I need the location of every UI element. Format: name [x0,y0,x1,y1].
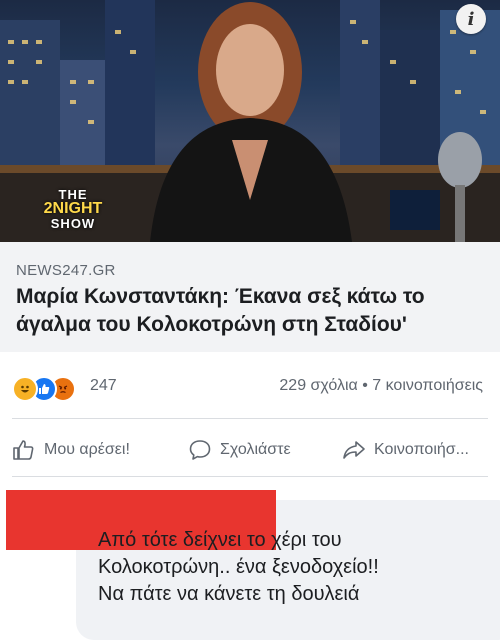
article-image[interactable]: THE 2NIGHT SHOW i [0,0,500,242]
reaction-count[interactable]: 247 [90,377,117,395]
comment-line-2: Κολοκοτρώνη.. ένα ξενοδοχείο!! [98,556,379,578]
comment-line-3: Να πάτε να κάνετε τη δουλειά [98,583,360,605]
thumbs-up-icon [13,440,34,460]
speech-bubble-icon [189,440,211,460]
share-label: Κοινοποιήσ... [374,441,469,458]
link-source: NEWS247.GR [16,262,116,279]
like-button[interactable]: Μου αρέσει! [12,428,130,472]
show-logo-line3: SHOW [50,216,96,231]
show-logo: THE 2NIGHT SHOW [38,188,108,230]
comment-share-stats[interactable]: 229 σχόλια • 7 κοινοποιήσεις [279,377,483,395]
post-actions: Μου αρέσει! Σχολιάστε Κοινοποιήσ... [0,428,500,472]
share-arrow-icon [343,441,365,459]
divider [12,476,488,477]
comment-line-1: Από τότε δείχνει το χέρι του [98,529,342,551]
like-label: Μου αρέσει! [44,441,130,458]
comment-button[interactable]: Σχολιάστε [188,428,291,472]
link-headline[interactable]: Μαρία Κωνσταντάκη: Έκανα σεξ κάτω το άγα… [16,283,486,339]
show-logo-line2: 2NIGHT [43,200,103,217]
comment-label: Σχολιάστε [220,441,291,458]
comment-text: Από τότε δείχνει το χέρι του Κολοκοτρώνη… [98,527,488,608]
info-icon[interactable]: i [456,4,486,34]
haha-icon [12,376,38,402]
reaction-icons[interactable] [12,376,76,402]
share-button[interactable]: Κοινοποιήσ... [342,428,469,472]
divider [12,418,488,419]
